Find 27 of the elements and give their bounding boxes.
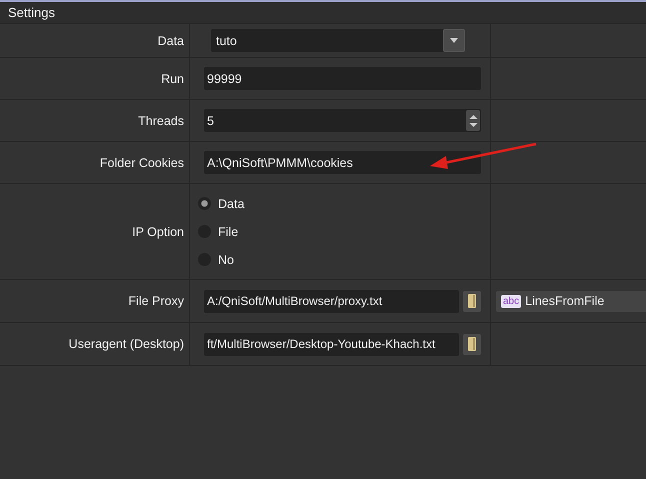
browse-button[interactable]	[463, 290, 481, 312]
spin-buttons[interactable]	[466, 110, 480, 131]
radio-label[interactable]: Data	[218, 196, 244, 210]
field-label: File Proxy	[128, 294, 184, 308]
file-path-field[interactable]: A:/QniSoft/MultiBrowser/proxy.txt	[204, 290, 459, 312]
type-tag: abc	[501, 294, 522, 308]
field-label: Data	[158, 34, 184, 48]
field-label: Useragent (Desktop)	[68, 337, 184, 351]
field-label: Run	[161, 72, 184, 86]
window-title: Settings	[8, 5, 55, 20]
mode-dropdown[interactable]: abc LinesFromFile	[496, 290, 646, 312]
radio-label[interactable]: No	[218, 252, 234, 266]
field-label: Threads	[138, 114, 184, 128]
caret-icon	[450, 38, 458, 43]
field-label: Folder Cookies	[100, 156, 184, 170]
data-dropdown[interactable]: tuto	[211, 29, 465, 52]
radio-button[interactable]	[198, 197, 211, 210]
number-field[interactable]: 5	[204, 109, 481, 132]
file-icon	[468, 294, 476, 308]
file-icon	[468, 337, 476, 351]
field-label: IP Option	[132, 224, 184, 238]
file-path-field[interactable]: ft/MultiBrowser/Desktop-Youtube-Khach.txt	[204, 332, 459, 356]
dropdown-button[interactable]	[443, 29, 465, 52]
browse-button[interactable]	[463, 334, 481, 354]
input-field[interactable]: A:\QniSoft\PMMM\cookies	[204, 151, 481, 174]
input-field[interactable]: 99999	[204, 67, 481, 90]
radio-label[interactable]: File	[218, 224, 238, 238]
